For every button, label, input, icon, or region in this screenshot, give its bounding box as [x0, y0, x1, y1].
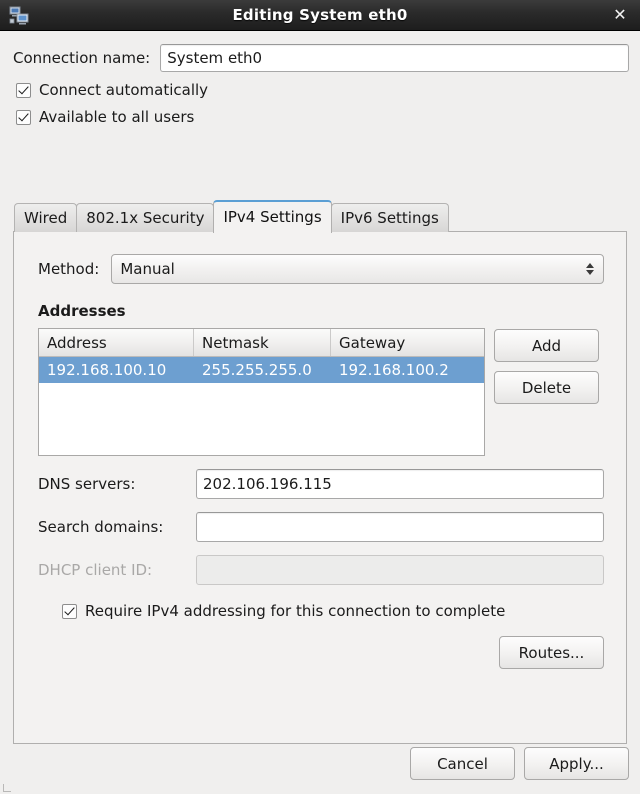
- ipv4-settings-panel: Method: Manual Addresses Address Netmask…: [13, 231, 627, 744]
- close-icon[interactable]: ✕: [609, 4, 631, 26]
- title-bar: Editing System eth0 ✕: [0, 0, 640, 31]
- settings-notebook: Wired 802.1x Security IPv4 Settings IPv6…: [13, 199, 627, 744]
- tab-8021x-security[interactable]: 802.1x Security: [76, 203, 215, 232]
- cell-address: 192.168.100.10: [47, 361, 167, 379]
- column-header-gateway[interactable]: Gateway: [331, 329, 484, 356]
- cancel-button[interactable]: Cancel: [410, 747, 515, 780]
- address-buttons: Add Delete: [494, 328, 599, 404]
- dhcp-client-id-label: DHCP client ID:: [38, 561, 153, 579]
- column-header-netmask[interactable]: Netmask: [194, 329, 331, 356]
- search-domains-row: Search domains:: [14, 512, 626, 542]
- method-selected-value: Manual: [120, 260, 175, 278]
- tab-ipv4-settings-label: IPv4 Settings: [223, 208, 322, 226]
- method-dropdown[interactable]: Manual: [111, 254, 604, 284]
- addresses-table[interactable]: Address Netmask Gateway 192.168.100.10 2…: [38, 328, 485, 456]
- tab-strip: Wired 802.1x Security IPv4 Settings IPv6…: [13, 199, 627, 233]
- chevron-updown-icon: [586, 255, 594, 283]
- method-row: Method: Manual: [14, 232, 626, 284]
- add-button[interactable]: Add: [494, 329, 599, 362]
- table-row[interactable]: 192.168.100.10 255.255.255.0 192.168.100…: [39, 357, 484, 383]
- dns-servers-input[interactable]: 202.106.196.115: [196, 469, 604, 499]
- tab-wired[interactable]: Wired: [14, 203, 78, 232]
- dialog-action-buttons: Cancel Apply...: [410, 747, 629, 780]
- tab-8021x-security-label: 802.1x Security: [86, 209, 205, 227]
- connection-name-input[interactable]: System eth0: [160, 44, 629, 72]
- column-header-address[interactable]: Address: [39, 329, 194, 356]
- tab-ipv6-settings[interactable]: IPv6 Settings: [330, 203, 449, 232]
- require-ipv4-row[interactable]: Require IPv4 addressing for this connect…: [14, 602, 626, 620]
- network-computers-icon: [9, 6, 29, 25]
- routes-button[interactable]: Routes...: [499, 636, 604, 669]
- dhcp-client-id-row: DHCP client ID:: [14, 555, 626, 585]
- available-all-users-label: Available to all users: [39, 108, 195, 126]
- available-all-users-checkbox[interactable]: [16, 109, 31, 125]
- cell-gateway: 192.168.100.2: [339, 361, 449, 379]
- tab-ipv4-settings[interactable]: IPv4 Settings: [213, 200, 332, 233]
- method-label: Method:: [38, 260, 100, 278]
- available-all-users-row[interactable]: Available to all users: [0, 108, 640, 126]
- connection-name-row: Connection name: System eth0: [0, 31, 640, 72]
- dialog-body: Connection name: System eth0 Connect aut…: [0, 31, 640, 794]
- addresses-title: Addresses: [38, 302, 126, 320]
- apply-button[interactable]: Apply...: [524, 747, 629, 780]
- addresses-area: Address Netmask Gateway 192.168.100.10 2…: [14, 320, 626, 456]
- dns-servers-label: DNS servers:: [38, 475, 136, 493]
- resize-grip[interactable]: [3, 782, 13, 792]
- tab-wired-label: Wired: [24, 209, 68, 227]
- dhcp-client-id-input: [196, 555, 604, 585]
- connection-name-label: Connection name:: [13, 49, 151, 67]
- connect-automatically-label: Connect automatically: [39, 81, 209, 99]
- search-domains-input[interactable]: [196, 512, 604, 542]
- connect-automatically-checkbox[interactable]: [16, 82, 31, 98]
- require-ipv4-checkbox[interactable]: [62, 603, 77, 619]
- tab-ipv6-settings-label: IPv6 Settings: [340, 209, 439, 227]
- require-ipv4-label: Require IPv4 addressing for this connect…: [85, 602, 506, 620]
- connect-automatically-row[interactable]: Connect automatically: [0, 81, 640, 99]
- routes-row: Routes...: [14, 636, 626, 669]
- window-title: Editing System eth0: [232, 6, 408, 24]
- cell-netmask: 255.255.255.0: [202, 361, 312, 379]
- delete-button[interactable]: Delete: [494, 371, 599, 404]
- search-domains-label: Search domains:: [38, 518, 164, 536]
- dns-servers-row: DNS servers: 202.106.196.115: [14, 469, 626, 499]
- table-header-row: Address Netmask Gateway: [39, 329, 484, 357]
